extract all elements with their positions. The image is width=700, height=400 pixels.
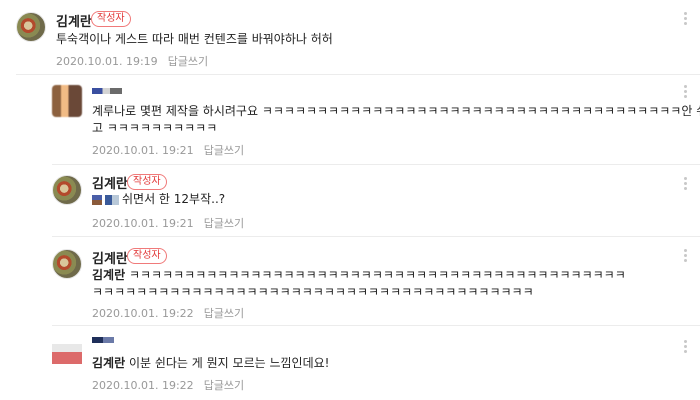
avatar[interactable] [16, 12, 46, 42]
reply-button[interactable]: 답글쓰기 [204, 307, 244, 320]
comment-author[interactable]: 김계란 [92, 173, 128, 192]
reply-button[interactable]: 답글쓰기 [204, 379, 244, 392]
reply-item: 김계란 작성자 김계란 ㅋㅋㅋㅋㅋㅋㅋㅋㅋㅋㅋㅋㅋㅋㅋㅋㅋㅋㅋㅋㅋㅋㅋㅋㅋㅋㅋㅋ… [0, 237, 700, 326]
avatar[interactable] [52, 344, 82, 364]
reply-button[interactable]: 답글쓰기 [204, 144, 244, 157]
comment-meta: 2020.10.01. 19:19 답글쓰기 [56, 53, 208, 69]
comment-text: 투숙객이나 게스트 따라 매번 컨텐즈를 바꿔야하나 허허 [56, 32, 333, 46]
more-options-icon[interactable] [684, 12, 688, 25]
comment-meta: 2020.10.01. 19:22 답글쓰기 [92, 377, 244, 393]
comment-date: 2020.10.01. 19:22 [92, 379, 194, 392]
avatar[interactable] [52, 175, 82, 205]
comment-text-body: 쉬면서 한 12부작..? [122, 192, 226, 206]
avatar[interactable] [52, 249, 82, 279]
comment-text-line: 고 ㅋㅋㅋㅋㅋㅋㅋㅋㅋㅋ [92, 121, 218, 135]
comment-meta: 2020.10.01. 19:21 답글쓰기 [92, 142, 244, 158]
comment-author[interactable] [92, 337, 114, 343]
sticker-icon [92, 194, 102, 205]
comment-author[interactable]: 김계란 [92, 248, 128, 267]
author-badge: 작성자 [127, 174, 167, 190]
more-options-icon[interactable] [684, 249, 688, 262]
reply-button[interactable]: 답글쓰기 [168, 55, 208, 68]
reply-item: 김계란 작성자 쉬면서 한 12부작..? 2020.10.01. 19:21 답… [0, 165, 700, 237]
comment-date: 2020.10.01. 19:21 [92, 217, 194, 230]
reply-item: 계루나로 몇편 제작을 하시려구요 ㅋㅋㅋㅋㅋㅋㅋㅋㅋㅋㅋㅋㅋㅋㅋㅋㅋㅋㅋㅋㅋㅋ… [0, 75, 700, 165]
comment-text-line: ㅋㅋㅋㅋㅋㅋㅋㅋㅋㅋㅋㅋㅋㅋㅋㅋㅋㅋㅋㅋㅋㅋㅋㅋㅋㅋㅋㅋㅋㅋㅋㅋㅋㅋㅋㅋㅋㅋㅋㅋ [92, 285, 534, 299]
comment-item: 김계란 작성자 투숙객이나 게스트 따라 매번 컨텐즈를 바꿔야하나 허허 20… [0, 0, 700, 75]
mention[interactable]: 김계란 [92, 356, 125, 370]
reply-button[interactable]: 답글쓰기 [204, 217, 244, 230]
more-options-icon[interactable] [684, 340, 688, 353]
more-options-icon[interactable] [684, 85, 688, 98]
comment-text: 김계란 ㅋㅋㅋㅋㅋㅋㅋㅋㅋㅋㅋㅋㅋㅋㅋㅋㅋㅋㅋㅋㅋㅋㅋㅋㅋㅋㅋㅋㅋㅋㅋㅋㅋㅋㅋㅋ… [92, 267, 626, 301]
comment-meta: 2020.10.01. 19:21 답글쓰기 [92, 215, 244, 231]
comment-text-body: 이분 쉰다는 게 뭔지 모르는 느낌인데요! [128, 356, 330, 370]
author-badge: 작성자 [91, 11, 131, 27]
comment-text: 김계란 이분 쉰다는 게 뭔지 모르는 느낌인데요! [92, 355, 329, 372]
reply-item: 김계란 이분 쉰다는 게 뭔지 모르는 느낌인데요! 2020.10.01. 1… [0, 326, 700, 400]
sticker-icon [105, 194, 119, 205]
comment-date: 2020.10.01. 19:19 [56, 55, 158, 68]
mention[interactable]: 김계란 [92, 268, 125, 282]
comment-date: 2020.10.01. 19:22 [92, 307, 194, 320]
comment-text: 계루나로 몇편 제작을 하시려구요 ㅋㅋㅋㅋㅋㅋㅋㅋㅋㅋㅋㅋㅋㅋㅋㅋㅋㅋㅋㅋㅋㅋ… [92, 103, 700, 137]
avatar[interactable] [52, 85, 82, 117]
more-options-icon[interactable] [684, 177, 688, 190]
comment-text-line: 계루나로 몇편 제작을 하시려구요 ㅋㅋㅋㅋㅋㅋㅋㅋㅋㅋㅋㅋㅋㅋㅋㅋㅋㅋㅋㅋㅋㅋ… [92, 104, 700, 118]
comment-author[interactable]: 김계란 [56, 11, 92, 30]
comment-text-line: ㅋㅋㅋㅋㅋㅋㅋㅋㅋㅋㅋㅋㅋㅋㅋㅋㅋㅋㅋㅋㅋㅋㅋㅋㅋㅋㅋㅋㅋㅋㅋㅋㅋㅋㅋㅋㅋㅋㅋㅋ… [128, 268, 626, 282]
comment-meta: 2020.10.01. 19:22 답글쓰기 [92, 305, 244, 321]
comment-author[interactable] [92, 88, 122, 94]
author-badge: 작성자 [127, 248, 167, 264]
comment-text: 쉬면서 한 12부작..? [92, 191, 225, 208]
comment-date: 2020.10.01. 19:21 [92, 144, 194, 157]
